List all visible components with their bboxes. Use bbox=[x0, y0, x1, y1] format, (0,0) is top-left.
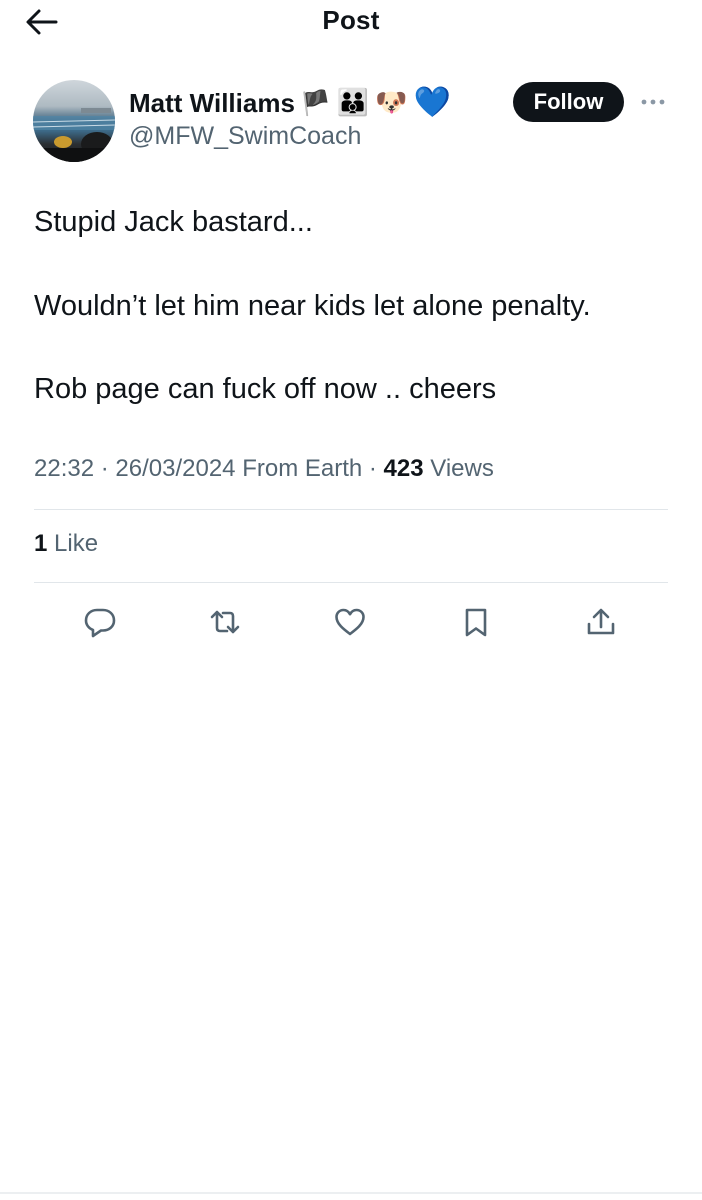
display-name[interactable]: Matt Williams bbox=[129, 88, 295, 119]
like-count: 1 bbox=[34, 530, 48, 557]
repost-icon bbox=[210, 610, 240, 634]
divider bbox=[34, 582, 668, 583]
views-label: Views bbox=[430, 455, 494, 482]
share-button[interactable] bbox=[581, 602, 621, 642]
tweet-line: Wouldn’t let him near kids let alone pen… bbox=[34, 290, 591, 322]
user-handle[interactable]: @MFW_SwimCoach bbox=[129, 122, 361, 151]
reply-icon bbox=[84, 608, 116, 638]
share-icon bbox=[587, 608, 615, 635]
dog-icon: 🐶 bbox=[375, 88, 408, 118]
page-title: Post bbox=[322, 5, 380, 35]
avatar[interactable] bbox=[33, 80, 115, 162]
post-page: Post Matt Williams 🏴 👪 🐶 💙 @MFW_SwimCoac… bbox=[0, 0, 702, 1200]
blue-heart-icon: 💙 bbox=[413, 85, 451, 120]
meta-separator: · bbox=[94, 455, 116, 482]
more-horizontal-icon bbox=[641, 99, 665, 105]
views-count: 423 bbox=[383, 455, 424, 482]
avatar-image bbox=[33, 108, 115, 162]
tweet-time[interactable]: 22:32 bbox=[34, 455, 94, 482]
more-button[interactable] bbox=[638, 90, 668, 114]
bookmark-icon bbox=[465, 608, 487, 637]
like-button[interactable] bbox=[330, 602, 370, 642]
bottom-divider bbox=[0, 1192, 702, 1194]
heart-icon bbox=[335, 608, 365, 636]
reply-button[interactable] bbox=[80, 602, 120, 642]
wales-flag-icon: 🏴 bbox=[300, 89, 331, 117]
tweet-line: Rob page can fuck off now .. cheers bbox=[34, 373, 497, 405]
top-bar: Post bbox=[0, 0, 702, 44]
repost-button[interactable] bbox=[205, 602, 245, 642]
bookmark-button[interactable] bbox=[456, 602, 496, 642]
tweet-date[interactable]: 26/03/2024 bbox=[115, 455, 235, 482]
tweet-metadata: 22:32 · 26/03/2024 From Earth · 423 View… bbox=[34, 455, 494, 483]
divider bbox=[34, 509, 668, 510]
meta-separator: · bbox=[362, 455, 384, 482]
follow-button[interactable]: Follow bbox=[513, 82, 624, 122]
likes-summary[interactable]: 1 Like bbox=[34, 530, 98, 558]
family-icon: 👪 bbox=[336, 88, 370, 118]
like-label: Like bbox=[54, 530, 99, 557]
display-name-row: Matt Williams 🏴 👪 🐶 💙 bbox=[129, 86, 451, 120]
tweet-source: From Earth bbox=[242, 455, 363, 482]
tweet-line: Stupid Jack bastard... bbox=[34, 206, 313, 238]
